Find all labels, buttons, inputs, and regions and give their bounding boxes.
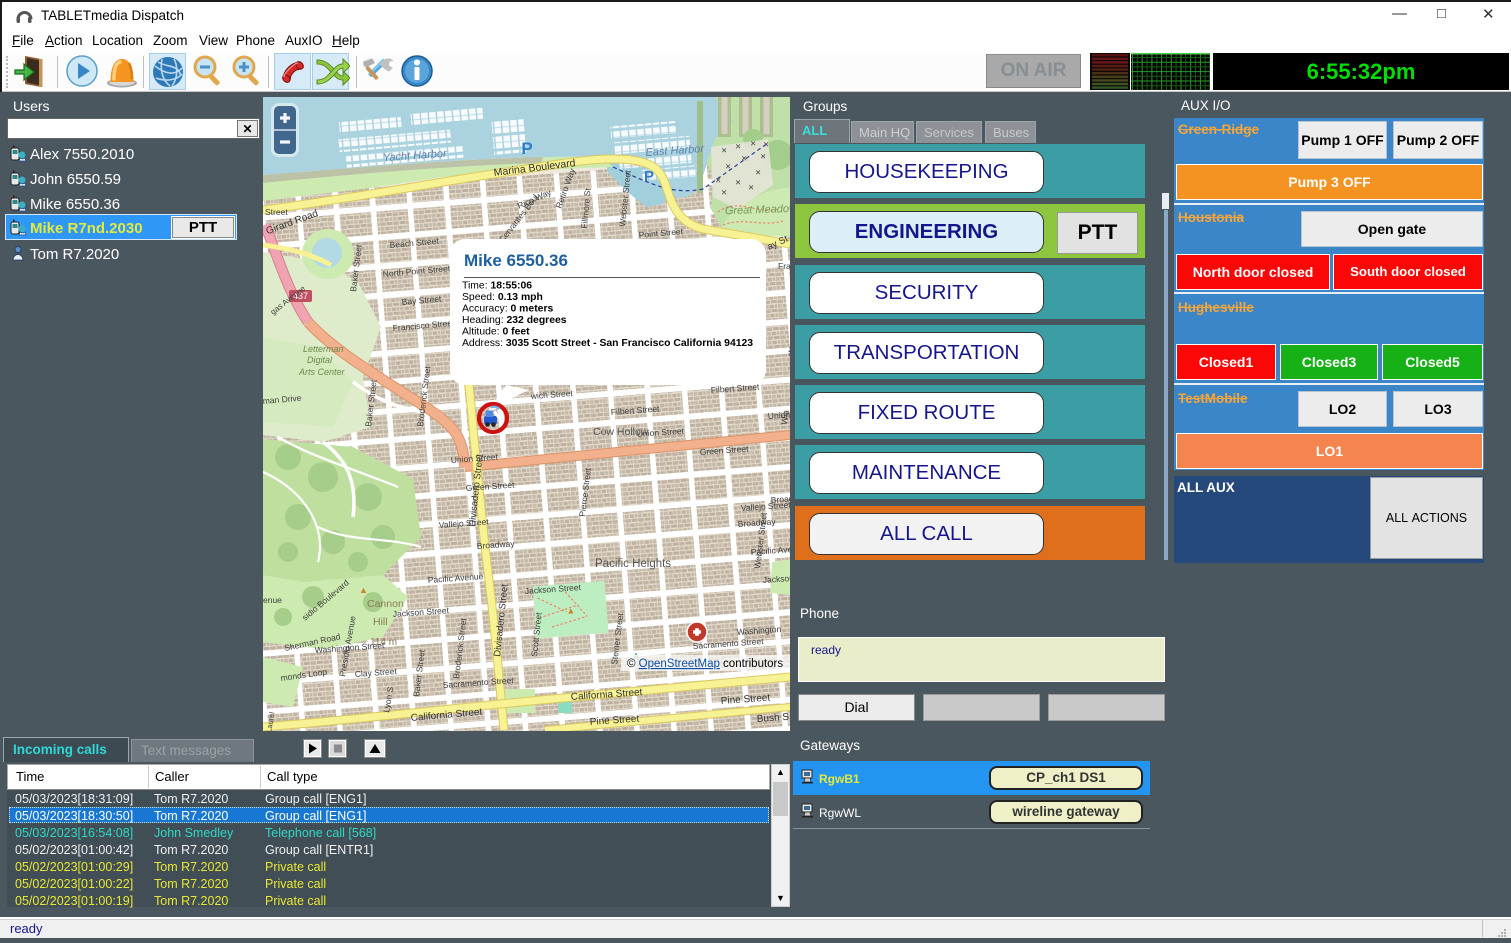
svg-text:P: P — [521, 139, 532, 158]
svg-text:Fra: Fra — [778, 261, 790, 271]
svg-text:Letterman: Letterman — [303, 344, 344, 354]
svg-text:© OpenStreetMap contributors: © OpenStreetMap contributors — [627, 658, 783, 670]
svg-text:Altitude: 0 feet: Altitude: 0 feet — [462, 327, 530, 338]
svg-text:Heading: 232 degrees: Heading: 232 degrees — [462, 315, 567, 326]
svg-text:Speed: 0.13 mph: Speed: 0.13 mph — [462, 292, 543, 303]
svg-text:✕: ✕ — [755, 168, 761, 177]
svg-text:Street: Street — [265, 207, 288, 217]
svg-text:✕: ✕ — [721, 146, 727, 155]
svg-text:✕: ✕ — [735, 142, 741, 151]
svg-text:Cannon: Cannon — [367, 598, 404, 610]
svg-text:Broad: Broad — [770, 493, 790, 505]
svg-text:Pacific Heights: Pacific Heights — [595, 558, 671, 570]
svg-text:▲: ▲ — [359, 585, 368, 595]
svg-text:Time: 18:55:06: Time: 18:55:06 — [462, 281, 532, 292]
svg-text:Mike 6550.36: Mike 6550.36 — [464, 251, 568, 270]
svg-text:Union Str: Union Str — [767, 409, 790, 421]
svg-text:✕: ✕ — [735, 178, 741, 187]
svg-text:Digital: Digital — [307, 355, 333, 365]
svg-text:✕: ✕ — [748, 183, 754, 192]
svg-text:P: P — [644, 168, 654, 185]
svg-text:Jackson St: Jackson St — [762, 572, 790, 585]
svg-text:Arts Center: Arts Center — [298, 367, 346, 377]
svg-text:Hill: Hill — [373, 616, 388, 628]
svg-text:✕: ✕ — [721, 188, 727, 197]
svg-text:Address: 3035 Scott Street -: Address: 3035 Scott Street - San Francis… — [462, 338, 753, 349]
svg-text:▲: ▲ — [566, 605, 576, 616]
svg-text:✕: ✕ — [760, 152, 766, 161]
svg-text:Accuracy: 0 meters: Accuracy: 0 meters — [462, 304, 553, 315]
svg-text:enue: enue — [263, 595, 282, 605]
svg-text:✕: ✕ — [750, 139, 756, 148]
svg-text:Bush S: Bush S — [756, 712, 789, 725]
svg-text:Great Meadow: Great Meadow — [725, 203, 790, 218]
svg-text:ster: ster — [785, 342, 790, 357]
